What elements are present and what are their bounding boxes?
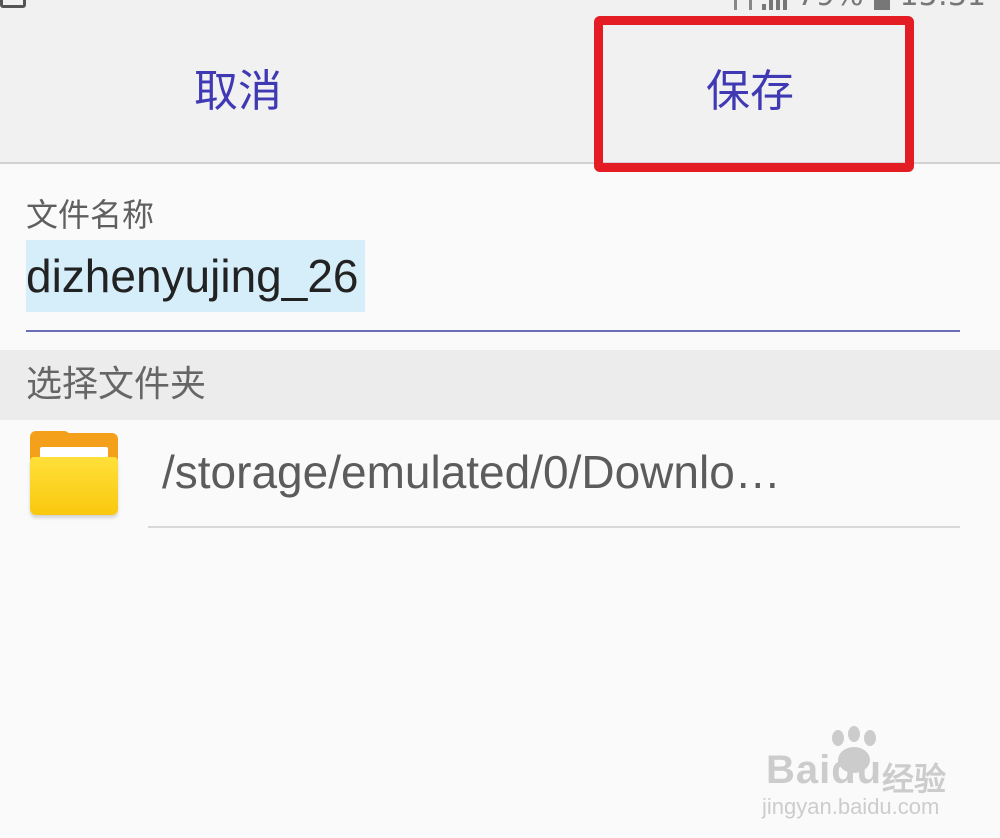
clock: 15:31 — [900, 0, 986, 11]
baidu-jingyan-watermark: Baidu 经验 jingyan.baidu.com — [762, 726, 962, 826]
cancel-button[interactable]: 取消 — [0, 12, 476, 162]
folder-section-header: 选择文件夹 — [0, 350, 1000, 420]
action-bar: 取消 保存 — [0, 12, 1000, 164]
status-bar: 79% 15:31 — [0, 0, 1000, 12]
data-transfer-icon — [733, 0, 752, 10]
status-icons: 79% 15:31 — [733, 0, 986, 11]
notification-icon — [0, 0, 26, 8]
filename-selected-text[interactable]: dizhenyujing_26 — [26, 240, 365, 312]
save-button[interactable]: 保存 — [500, 12, 1000, 162]
folder-section-title: 选择文件夹 — [26, 364, 207, 405]
signal-icon — [761, 0, 787, 10]
folder-list-item[interactable]: /storage/emulated/0/Downlo… — [0, 420, 1000, 530]
filename-input[interactable]: dizhenyujing_26 — [26, 240, 960, 332]
watermark-url: jingyan.baidu.com — [762, 794, 940, 819]
battery-icon — [873, 0, 890, 10]
filename-label: 文件名称 — [26, 196, 155, 234]
divider — [148, 526, 960, 528]
folder-icon — [30, 431, 120, 517]
battery-percent: 79% — [797, 0, 864, 11]
watermark-brand: Baidu — [766, 748, 883, 792]
folder-path: /storage/emulated/0/Downlo… — [162, 446, 781, 498]
